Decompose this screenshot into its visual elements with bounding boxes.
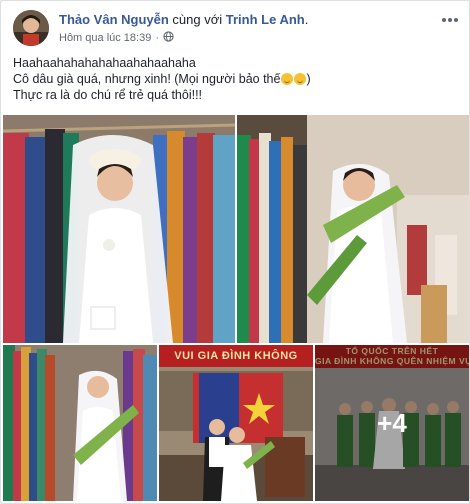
globe-icon[interactable] <box>163 31 174 45</box>
smiley-emoji-icon <box>294 73 307 85</box>
photo-4-banner: VUI GIA ĐÌNH KHÔNG <box>159 345 313 367</box>
more-options-icon[interactable] <box>441 10 459 28</box>
photo-5-more[interactable]: TỔ QUỐC TRÊN HẾT GIA ĐÌNH KHÔNG QUÊN NHI… <box>315 345 469 501</box>
post-meta: Hôm qua lúc 18:39 · <box>59 31 174 45</box>
meta-separator: · <box>155 32 160 44</box>
smiley-emoji-icon <box>281 73 294 85</box>
photo-4[interactable]: VUI GIA ĐÌNH KHÔNG <box>159 345 313 501</box>
facebook-post-card: Thảo Vân Nguyễn cùng với Trinh Le Anh. H… <box>0 0 470 504</box>
more-photos-count[interactable]: +4 <box>377 408 407 439</box>
author-avatar[interactable] <box>13 10 49 46</box>
more-photos-overlay[interactable]: +4 <box>315 345 469 501</box>
photo-3[interactable] <box>3 345 157 501</box>
tagged-suffix: . <box>304 12 309 27</box>
photo-2[interactable] <box>237 115 469 343</box>
tagged-person-link[interactable]: Trinh Le Anh <box>226 12 305 27</box>
with-text: cùng với <box>172 12 223 27</box>
post-header: Thảo Vân Nguyễn cùng với Trinh Le Anh. H… <box>13 10 459 46</box>
post-text: Haahaahahahahahaahahaahaha Cô dâu già qu… <box>13 55 457 103</box>
author-line: Thảo Vân Nguyễn cùng với Trinh Le Anh. <box>59 12 308 27</box>
photo-1[interactable] <box>3 115 235 343</box>
post-line-3: Thực ra là do chú rể trẻ quá thôi!!! <box>13 88 203 102</box>
post-line-2: Cô dâu già quá, nhưng xinh! (Mọi người b… <box>13 71 457 87</box>
post-line-2-text: Cô dâu già quá, nhưng xinh! (Mọi người b… <box>13 72 281 86</box>
post-line-1: Haahaahahahahahaahahaahaha <box>13 56 196 70</box>
post-line-2-end: ) <box>306 72 311 86</box>
post-timestamp[interactable]: Hôm qua lúc 18:39 <box>59 32 151 44</box>
author-name-link[interactable]: Thảo Vân Nguyễn <box>59 12 169 27</box>
